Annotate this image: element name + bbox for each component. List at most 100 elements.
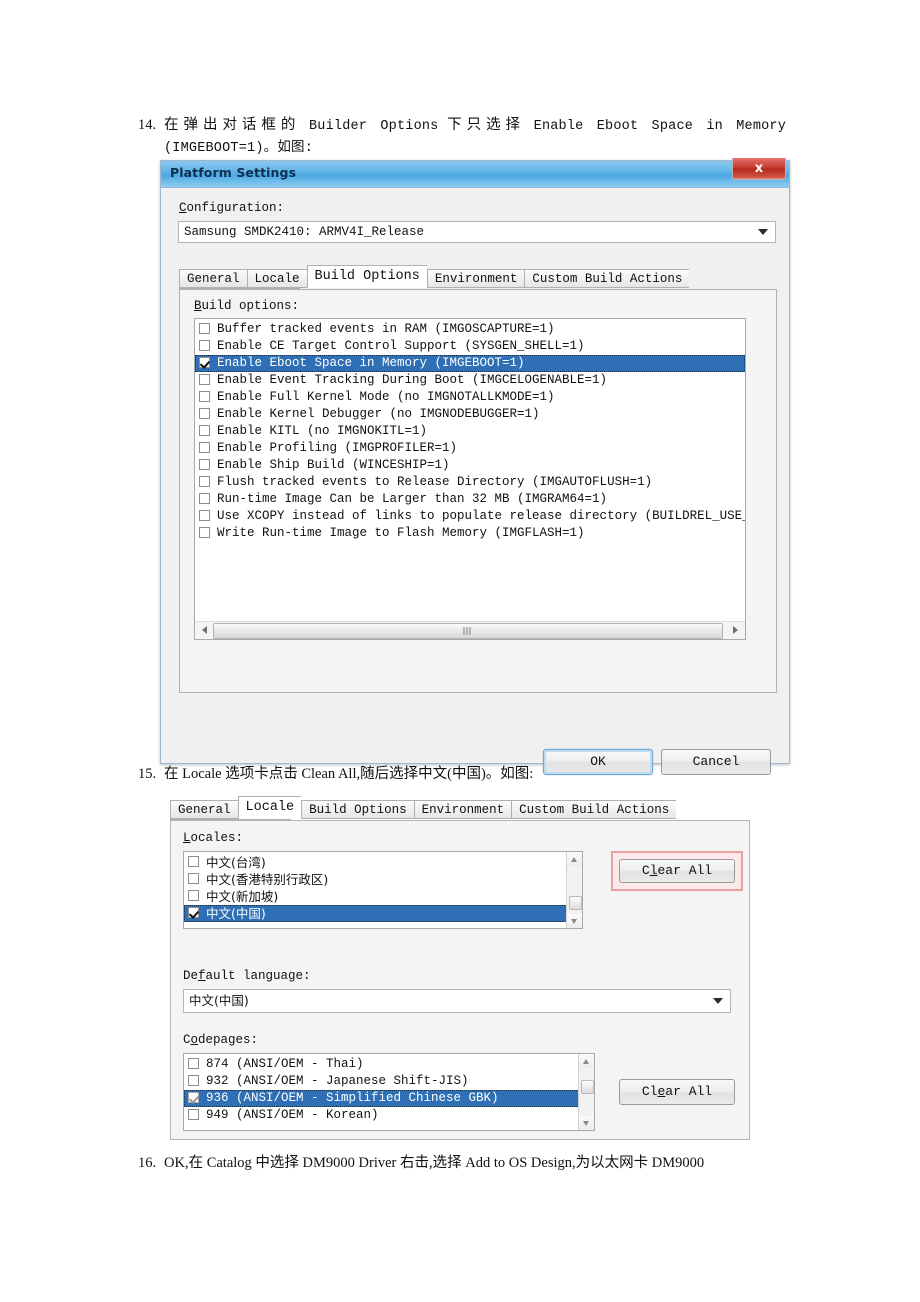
step-14-term-builder-options: Builder Options	[308, 119, 439, 134]
locale-tab-custom-build-actions[interactable]: Custom Build Actions	[511, 800, 677, 819]
step-15-paragraph: 15. 在 Locale 选项卡点击 Clean All,随后选择中文(中国)。…	[138, 763, 798, 785]
checkbox-icon[interactable]	[199, 408, 210, 419]
checkbox-icon[interactable]	[199, 425, 210, 436]
tab-custom-build-actions[interactable]: Custom Build Actions	[524, 269, 690, 288]
list-item-selected[interactable]: 中文(中国)	[184, 905, 567, 922]
list-item[interactable]: Flush tracked events to Release Director…	[195, 474, 745, 491]
list-item[interactable]: Enable KITL (no IMGNOKITL=1)	[195, 423, 745, 440]
configuration-value: Samsung SMDK2410: ARMV4I_Release	[184, 225, 425, 239]
checkbox-icon[interactable]	[188, 856, 199, 867]
checkbox-icon[interactable]	[199, 510, 210, 521]
list-item[interactable]: 874 (ANSI/OEM - Thai)	[184, 1056, 579, 1073]
checkbox-icon-checked[interactable]	[188, 907, 199, 918]
list-item[interactable]: 949 (ANSI/OEM - Korean)	[184, 1107, 579, 1124]
list-item[interactable]: Enable CE Target Control Support (SYSGEN…	[195, 338, 745, 355]
dialog-body: Configuration: Samsung SMDK2410: ARMV4I_…	[161, 187, 789, 775]
list-item-label: Enable Kernel Debugger (no IMGNODEBUGGER…	[217, 407, 540, 421]
list-item-label: 874 (ANSI/OEM - Thai)	[206, 1057, 364, 1071]
checkbox-icon[interactable]	[199, 493, 210, 504]
list-item[interactable]: Buffer tracked events in RAM (IMGOSCAPTU…	[195, 321, 745, 338]
list-item-label: Enable Eboot Space in Memory (IMGEBOOT=1…	[217, 356, 525, 370]
list-item[interactable]: Enable Kernel Debugger (no IMGNODEBUGGER…	[195, 406, 745, 423]
step-15-number: 15.	[138, 766, 157, 782]
tab-locale[interactable]: Locale	[246, 269, 307, 288]
checkbox-icon[interactable]	[199, 374, 210, 385]
clear-all-locales-button[interactable]: ClClear Allear All	[619, 859, 735, 883]
checkbox-icon[interactable]	[188, 1075, 199, 1086]
configuration-combobox[interactable]: Samsung SMDK2410: ARMV4I_Release	[178, 221, 776, 243]
close-icon[interactable]: x	[732, 158, 786, 180]
checkbox-icon[interactable]	[188, 1058, 199, 1069]
scrollbar-thumb[interactable]	[581, 1080, 594, 1094]
list-item[interactable]: 中文(香港特别行政区)	[184, 871, 567, 888]
list-item-label: Write Run-time Image to Flash Memory (IM…	[217, 526, 585, 540]
list-item-label: Run-time Image Can be Larger than 32 MB …	[217, 492, 608, 506]
list-item-label: Enable CE Target Control Support (SYSGEN…	[217, 339, 585, 353]
list-item-label: Use XCOPY instead of links to populate r…	[217, 509, 745, 523]
horizontal-scrollbar[interactable]	[195, 621, 745, 639]
scroll-down-arrow-icon[interactable]	[579, 1116, 594, 1130]
scroll-down-arrow-icon[interactable]	[567, 914, 582, 928]
checkbox-icon[interactable]	[188, 873, 199, 884]
list-item-label: Enable Profiling (IMGPROFILER=1)	[217, 441, 458, 455]
tab-build-options[interactable]: Build Options	[306, 265, 427, 288]
list-item-label: Enable KITL (no IMGNOKITL=1)	[217, 424, 428, 438]
checkbox-icon[interactable]	[199, 340, 210, 351]
list-item[interactable]: Enable Event Tracking During Boot (IMGCE…	[195, 372, 745, 389]
tab-environment[interactable]: Environment	[426, 269, 525, 288]
dialog-titlebar: Platform Settings x	[161, 158, 789, 188]
build-options-tabpanel: Build options: Buffer tracked events in …	[179, 289, 777, 693]
default-language-combobox[interactable]: 中文(中国)	[183, 989, 731, 1013]
clear-all-codepages-button[interactable]: CleClear Allar All	[619, 1079, 735, 1105]
locale-tabstrip: General Locale Build Options Environment…	[170, 796, 750, 838]
codepages-vertical-scrollbar[interactable]	[578, 1054, 594, 1130]
list-item[interactable]: Enable Ship Build (WINCESHIP=1)	[195, 457, 745, 474]
list-item-label: 中文(中国)	[206, 906, 266, 921]
locales-listbox[interactable]: 中文(台湾) 中文(香港特别行政区) 中文(新加坡) 中文(中国)	[183, 851, 583, 929]
list-item-selected[interactable]: 936 (ANSI/OEM - Simplified Chinese GBK)	[184, 1090, 579, 1107]
checkbox-icon[interactable]	[199, 476, 210, 487]
checkbox-icon-checked[interactable]	[199, 357, 210, 368]
list-item-selected[interactable]: Enable Eboot Space in Memory (IMGEBOOT=1…	[195, 355, 745, 372]
scrollbar-grip-icon	[463, 627, 473, 635]
checkbox-icon[interactable]	[199, 527, 210, 538]
scrollbar-thumb[interactable]	[213, 623, 723, 639]
scroll-right-arrow-icon[interactable]	[728, 622, 744, 638]
locales-vertical-scrollbar[interactable]	[566, 852, 582, 928]
list-item[interactable]: Use XCOPY instead of links to populate r…	[195, 508, 745, 525]
checkbox-icon[interactable]	[199, 442, 210, 453]
scrollbar-thumb[interactable]	[569, 896, 582, 910]
scroll-up-arrow-icon[interactable]	[579, 1054, 594, 1068]
list-item[interactable]: Enable Full Kernel Mode (no IMGNOTALLKMO…	[195, 389, 745, 406]
checkbox-icon[interactable]	[188, 890, 199, 901]
step-16-text: OK,在 Catalog 中选择 DM9000 Driver 右击,选择 Add…	[164, 1155, 705, 1171]
locale-tab-environment[interactable]: Environment	[413, 800, 512, 819]
build-options-listbox[interactable]: Buffer tracked events in RAM (IMGOSCAPTU…	[194, 318, 746, 640]
scroll-left-arrow-icon[interactable]	[196, 622, 212, 638]
document-page: 14. 在弹出对话框的 Builder Options 下只选择 Enable …	[0, 0, 920, 1302]
list-item-label: 936 (ANSI/OEM - Simplified Chinese GBK)	[206, 1091, 499, 1105]
locale-tab-build-options[interactable]: Build Options	[301, 800, 414, 819]
chevron-down-icon	[713, 998, 723, 1004]
list-item[interactable]: 中文(台湾)	[184, 854, 567, 871]
checkbox-icon[interactable]	[199, 459, 210, 470]
tab-general[interactable]: General	[179, 269, 247, 288]
locale-tab-locale[interactable]: Locale	[237, 796, 302, 819]
dialog-title: Platform Settings	[170, 165, 297, 180]
codepages-listbox[interactable]: 874 (ANSI/OEM - Thai) 932 (ANSI/OEM - Ja…	[183, 1053, 595, 1131]
step-16-number: 16.	[138, 1155, 157, 1171]
scroll-up-arrow-icon[interactable]	[567, 852, 582, 866]
step-14-text-mid: 下只选择	[438, 117, 534, 133]
checkbox-icon[interactable]	[188, 1109, 199, 1120]
checkbox-icon[interactable]	[199, 323, 210, 334]
list-item[interactable]: Enable Profiling (IMGPROFILER=1)	[195, 440, 745, 457]
list-item[interactable]: 中文(新加坡)	[184, 888, 567, 905]
list-item[interactable]: 932 (ANSI/OEM - Japanese Shift-JIS)	[184, 1073, 579, 1090]
list-item-label: Flush tracked events to Release Director…	[217, 475, 653, 489]
step-14-term-enable-eboot: Enable Eboot Space in Memory	[533, 119, 787, 134]
checkbox-icon[interactable]	[199, 391, 210, 402]
build-options-label: Build options:	[194, 299, 300, 313]
list-item[interactable]: Write Run-time Image to Flash Memory (IM…	[195, 525, 745, 542]
locale-tab-general[interactable]: General	[170, 800, 238, 819]
list-item[interactable]: Run-time Image Can be Larger than 32 MB …	[195, 491, 745, 508]
